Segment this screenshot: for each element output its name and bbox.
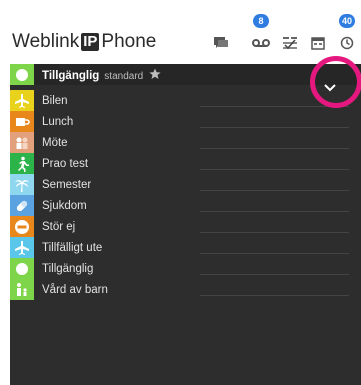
row-divider [200,190,349,191]
voicemail-badge: 8 [253,14,269,28]
status-swatch [10,216,34,237]
status-item-bilen[interactable]: Bilen [10,90,361,111]
voicemail-button[interactable]: 8 [250,14,272,52]
status-item-stor-ej[interactable]: Stör ej [10,216,361,237]
status-item-prao-test[interactable]: Prao test [10,153,361,174]
status-item-tillganglig[interactable]: Tillgänglig [10,258,361,279]
status-swatch [10,90,34,111]
row-divider [200,148,349,149]
parent-child-icon [17,282,27,296]
call-log-button[interactable] [279,34,301,52]
status-swatch [10,64,34,85]
status-item-mote[interactable]: Möte [10,132,361,153]
clock-badge: 40 [339,14,355,28]
status-swatch [10,111,34,132]
status-item-label: Tillfälligt ute [42,241,103,254]
current-status-row[interactable]: Tillgänglig standard [10,64,361,85]
status-item-label: Sjukdom [42,199,87,212]
current-status-name: Tillgänglig [42,69,100,82]
highlight-ring [310,56,361,108]
status-item-label: Prao test [42,157,89,170]
status-item-label: Bilen [42,94,68,107]
status-item-label: Lunch [42,115,74,128]
status-item-tillfalligt-ute[interactable]: Tillfälligt ute [10,237,361,258]
status-swatch [10,195,34,216]
status-swatch [10,237,34,258]
current-status-label: Tillgänglig standard [42,68,162,82]
circle-icon [16,262,28,275]
chat-icon [214,37,228,48]
calendar-icon [311,37,325,50]
row-divider [200,295,349,296]
status-swatch [10,132,34,153]
people-icon [16,137,28,149]
status-swatch [10,279,34,300]
coffee-cup-icon [16,117,30,126]
no-entry-icon [15,219,29,234]
status-swatch [10,258,34,279]
status-panel: Tillgänglig standard Bilen Lunch Möte Pr… [10,64,361,385]
status-item-label: Tillgänglig [42,262,94,275]
row-divider [200,169,349,170]
status-item-vard-av-barn[interactable]: Vård av barn [10,279,361,300]
row-divider [200,253,349,254]
status-item-label: Vård av barn [42,283,108,296]
status-item-label: Stör ej [42,220,76,233]
brand-prefix: Weblink [12,31,80,52]
airplane-icon [15,93,29,108]
status-item-label: Semester [42,178,92,191]
left-margin [0,64,10,385]
palm-tree-icon [15,179,29,192]
row-divider [200,232,349,233]
status-item-sjukdom[interactable]: Sjukdom [10,195,361,216]
circle-icon [16,68,28,81]
current-status-sub: standard [104,70,144,82]
status-item-semester[interactable]: Semester [10,174,361,195]
brand-ip-mark: IP [81,33,100,51]
status-swatch [10,153,34,174]
row-divider [200,274,349,275]
star-icon [149,68,162,79]
app-header: Weblink IP Phone 8 40 [0,0,361,64]
status-item-lunch[interactable]: Lunch [10,111,361,132]
voicemail-icon [252,39,270,47]
pill-icon [16,200,28,211]
brand-suffix: Phone [101,31,157,52]
airplane-icon [15,240,29,255]
calendar-button[interactable] [307,34,329,52]
running-person-icon [18,156,29,172]
call-log-icon [283,37,297,50]
status-swatch [10,174,34,195]
chat-button[interactable] [210,34,232,52]
clock-icon [340,36,354,50]
clock-button[interactable]: 40 [336,14,358,52]
row-divider [200,127,349,128]
status-item-label: Möte [42,136,68,149]
brand-logo: Weblink IP Phone [12,30,156,54]
row-divider [200,211,349,212]
